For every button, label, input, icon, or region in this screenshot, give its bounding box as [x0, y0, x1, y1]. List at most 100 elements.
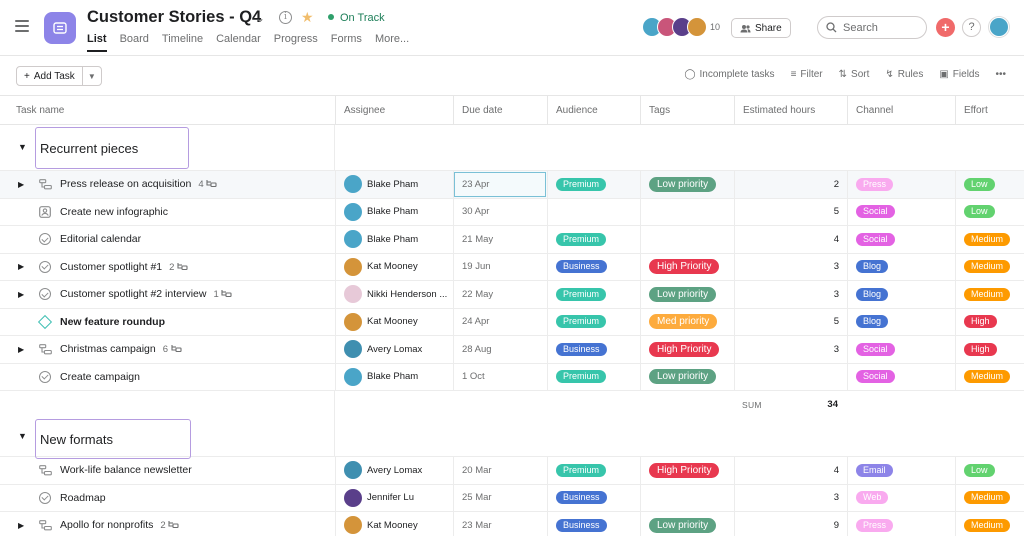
channel-cell[interactable]: Email [847, 457, 955, 484]
table-row[interactable]: ▶ Customer spotlight #1 2 Kat Mooney 19 Jun… [0, 253, 1024, 281]
tab-progress[interactable]: Progress [274, 33, 318, 52]
assignee-cell[interactable]: Jennifer Lu [335, 484, 453, 511]
tag-cell[interactable] [640, 484, 734, 511]
info-icon[interactable]: i [279, 11, 292, 24]
table-row[interactable]: New feature roundup Kat Mooney 24 Apr Premi… [0, 308, 1024, 336]
tab-list[interactable]: List [87, 33, 107, 52]
expand-triangle-icon[interactable]: ▶ [18, 262, 28, 271]
audience-cell[interactable]: Business [547, 484, 640, 511]
chevron-down-icon[interactable]: ▼ [83, 67, 101, 85]
table-row[interactable]: Work-life balance newsletter Avery Lomax 2… [0, 457, 1024, 485]
task-name-cell[interactable]: Create new infographic [0, 199, 335, 226]
column-task-name[interactable]: Task name [0, 96, 335, 125]
table-row[interactable]: Create campaign Blake Pham 1 Oct Premium Low… [0, 363, 1024, 391]
column-audience[interactable]: Audience [547, 96, 640, 125]
estimated-hours-cell[interactable]: 3 [734, 281, 847, 308]
tab-board[interactable]: Board [120, 33, 149, 52]
check-circle-icon[interactable] [38, 260, 52, 274]
expand-triangle-icon[interactable]: ▶ [18, 180, 28, 189]
audience-cell[interactable]: Premium [547, 457, 640, 484]
column-estimated-hours[interactable]: Estimated hours [734, 96, 847, 125]
rules-button[interactable]: ↯ Rules [885, 69, 923, 80]
assignee-cell[interactable]: Blake Pham [335, 171, 453, 198]
share-button[interactable]: Share [731, 18, 791, 38]
task-title[interactable]: Press release on acquisition 4 [60, 178, 217, 190]
estimated-hours-cell[interactable]: 2 [734, 171, 847, 198]
tab-calendar[interactable]: Calendar [216, 33, 261, 52]
task-title[interactable]: Customer spotlight #1 2 [60, 261, 188, 273]
table-row[interactable]: ▶ Christmas campaign 6 Avery Lomax 28 Aug Bu… [0, 336, 1024, 364]
tag-cell[interactable]: Low priority [640, 171, 734, 198]
search-input[interactable]: Search [817, 16, 927, 39]
effort-cell[interactable]: Low [955, 457, 1024, 484]
estimated-hours-cell[interactable]: 3 [734, 484, 847, 511]
effort-cell[interactable]: Medium [955, 226, 1024, 253]
create-button[interactable]: + [936, 18, 955, 37]
due-date-cell[interactable]: 1 Oct [453, 363, 547, 390]
tag-cell[interactable]: High Priority [640, 336, 734, 363]
assignee-cell[interactable]: Kat Mooney [335, 512, 453, 536]
milestone-icon[interactable] [37, 314, 53, 329]
star-icon[interactable]: ★ [301, 9, 314, 26]
task-title[interactable]: New feature roundup [60, 316, 165, 328]
tab-timeline[interactable]: Timeline [162, 33, 203, 52]
assignee-cell[interactable]: Blake Pham [335, 226, 453, 253]
tag-cell[interactable]: Low priority [640, 363, 734, 390]
assignee-cell[interactable]: Avery Lomax [335, 336, 453, 363]
member-avatars[interactable]: 10 [642, 17, 720, 37]
check-circle-icon[interactable] [38, 491, 52, 505]
effort-cell[interactable]: Medium [955, 281, 1024, 308]
channel-cell[interactable]: Press [847, 512, 955, 536]
estimated-hours-cell[interactable]: 4 [734, 226, 847, 253]
table-row[interactable]: ▶ Press release on acquisition 4 Blake Pha… [0, 171, 1024, 199]
assignee-cell[interactable]: Kat Mooney [335, 308, 453, 335]
task-name-cell[interactable]: Editorial calendar [0, 226, 335, 253]
assignee-cell[interactable]: Blake Pham [335, 198, 453, 225]
column-channel[interactable]: Channel [847, 96, 955, 125]
estimated-hours-cell[interactable]: 9 [734, 512, 847, 536]
chevron-down-icon[interactable]: ⌄ [255, 11, 265, 25]
assignee-cell[interactable]: Kat Mooney [335, 253, 453, 280]
filter-button[interactable]: ≡ Filter [791, 69, 823, 80]
estimated-hours-cell[interactable]: 3 [734, 253, 847, 280]
due-date-cell[interactable]: 24 Apr [453, 308, 547, 335]
add-task-main[interactable]: + Add Task [17, 67, 83, 85]
task-name-cell[interactable]: ▶ Customer spotlight #2 interview 1 [0, 281, 335, 308]
task-title[interactable]: Customer spotlight #2 interview 1 [60, 288, 232, 300]
column-assignee[interactable]: Assignee [335, 96, 453, 125]
tab-forms[interactable]: Forms [331, 33, 362, 52]
tab-more[interactable]: More... [375, 33, 409, 52]
channel-cell[interactable]: Blog [847, 281, 955, 308]
audience-cell[interactable] [547, 198, 640, 225]
task-name-cell[interactable]: Create campaign [0, 364, 335, 391]
tag-cell[interactable]: Med priority [640, 308, 734, 335]
assignee-cell[interactable]: Blake Pham [335, 363, 453, 390]
check-circle-icon[interactable] [38, 287, 52, 301]
tag-cell[interactable] [640, 198, 734, 225]
audience-cell[interactable]: Business [547, 336, 640, 363]
project-icon[interactable] [44, 12, 76, 44]
expand-triangle-icon[interactable]: ▶ [18, 290, 28, 299]
table-row[interactable]: ▶ Apollo for nonprofits 2 Kat Mooney 23 Mar… [0, 512, 1024, 536]
column-effort[interactable]: Effort [955, 96, 1024, 125]
effort-cell[interactable]: Low [955, 198, 1024, 225]
task-title[interactable]: Create new infographic [60, 206, 168, 218]
due-date-cell[interactable]: 23 Apr [453, 171, 547, 198]
channel-cell[interactable]: Social [847, 336, 955, 363]
subtask-icon[interactable] [38, 177, 52, 191]
audience-cell[interactable]: Business [547, 512, 640, 536]
effort-cell[interactable]: Medium [955, 484, 1024, 511]
task-title[interactable]: Roadmap [60, 492, 106, 504]
more-options-icon[interactable]: ••• [995, 69, 1006, 80]
effort-cell[interactable]: Medium [955, 512, 1024, 536]
status-badge[interactable]: On Track [328, 12, 385, 24]
menu-icon[interactable] [15, 20, 29, 32]
check-circle-icon[interactable] [38, 370, 52, 384]
task-title[interactable]: Create campaign [60, 371, 140, 383]
task-title[interactable]: Apollo for nonprofits 2 [60, 519, 179, 531]
table-row[interactable]: Create new infographic Blake Pham 30 Apr 5 S… [0, 198, 1024, 226]
due-date-cell[interactable]: 20 Mar [453, 457, 547, 484]
channel-cell[interactable]: Social [847, 198, 955, 225]
channel-cell[interactable]: Social [847, 363, 955, 390]
add-task-button[interactable]: + Add Task ▼ [16, 66, 102, 86]
